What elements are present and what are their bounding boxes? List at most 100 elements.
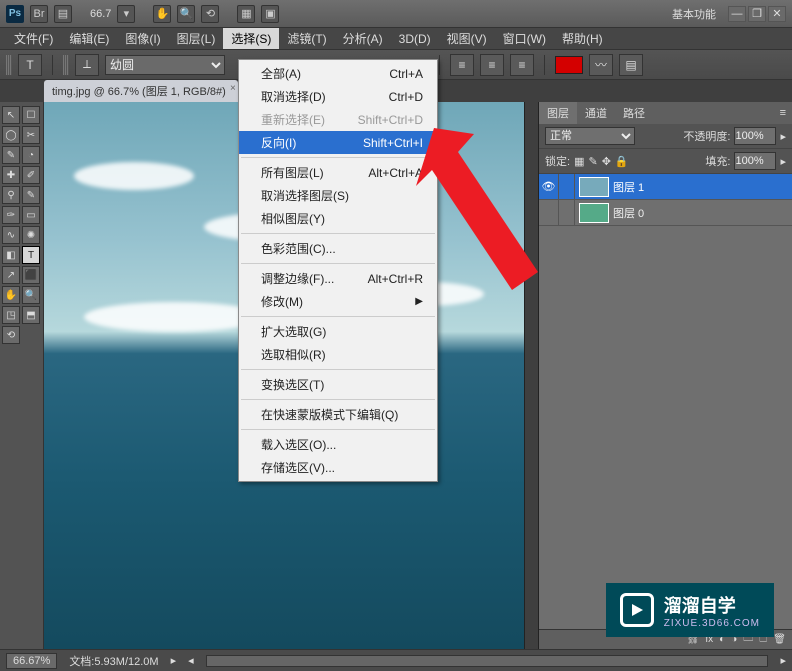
tool-move[interactable]: ↖ (2, 106, 20, 124)
tool-path-select[interactable]: ↗ (2, 266, 20, 284)
tab-layers[interactable]: 图层 (539, 102, 577, 124)
tool-zoom[interactable]: 🔍 (22, 286, 40, 304)
tool-crop[interactable]: ✎ (2, 146, 20, 164)
menu-file[interactable]: 文件(F) (6, 28, 61, 49)
tool-3d-camera[interactable]: ⬒ (22, 306, 40, 324)
layer-row[interactable]: 图层 0 (539, 200, 792, 226)
status-docinfo[interactable]: 文档:5.93M/12.0M (69, 653, 158, 669)
layer-link-cell[interactable] (559, 174, 575, 199)
menu-analyze[interactable]: 分析(A) (335, 28, 391, 49)
tool-3d-rotate[interactable]: ◳ (2, 306, 20, 324)
font-family-select[interactable]: 幼圆 (105, 55, 225, 75)
menu-layer[interactable]: 图层(L) (169, 28, 224, 49)
arrange-docs-icon[interactable]: ▦ (237, 5, 255, 23)
menu-item[interactable]: 色彩范围(C)... (239, 237, 437, 260)
options-grip-2[interactable] (63, 55, 69, 75)
lock-pixels-icon[interactable]: ✎ (588, 155, 597, 168)
menu-item[interactable]: 取消选择图层(S) (239, 184, 437, 207)
options-grip[interactable] (6, 55, 12, 75)
menu-window[interactable]: 窗口(W) (495, 28, 554, 49)
tool-type[interactable]: T (22, 246, 40, 264)
delete-layer-icon[interactable]: 🗑 (773, 634, 786, 645)
workspace-switcher[interactable]: 基本功能 (672, 6, 716, 22)
layer-thumbnail[interactable] (579, 203, 609, 223)
menu-item[interactable]: 全部(A)Ctrl+A (239, 62, 437, 85)
menu-3d[interactable]: 3D(D) (391, 30, 439, 48)
status-chevron-icon[interactable]: ▸ (171, 654, 177, 667)
layer-name[interactable]: 图层 0 (613, 205, 644, 221)
tool-eyedropper[interactable]: ◔ (22, 146, 40, 164)
minimize-button[interactable]: — (728, 6, 746, 22)
visibility-icon[interactable]: 👁 (539, 174, 559, 199)
chevron-icon[interactable]: ▸ (780, 130, 786, 143)
layer-row[interactable]: 👁 图层 1 (539, 174, 792, 200)
menu-item[interactable]: 扩大选取(G) (239, 320, 437, 343)
menu-item[interactable]: 调整边缘(F)...Alt+Ctrl+R (239, 267, 437, 290)
menu-item[interactable]: 在快速蒙版模式下编辑(Q) (239, 403, 437, 426)
scrollbar-right-icon[interactable]: ▸ (780, 654, 786, 667)
document-tab[interactable]: timg.jpg @ 66.7% (图层 1, RGB/8#) × (44, 80, 238, 102)
blend-mode-select[interactable]: 正常 (545, 127, 635, 145)
panel-menu-icon[interactable]: ≡ (774, 107, 792, 119)
menu-item[interactable]: 反向(I)Shift+Ctrl+I (239, 131, 437, 154)
opacity-input[interactable] (734, 127, 776, 145)
tool-marquee[interactable]: ☐ (22, 106, 40, 124)
hand-tool-icon[interactable]: ✋ (153, 5, 171, 23)
tool-quickselect[interactable]: ✂ (22, 126, 40, 144)
scrollbar-left-icon[interactable]: ◂ (188, 654, 194, 667)
tool-lasso[interactable]: ◯ (2, 126, 20, 144)
close-button[interactable]: ✕ (768, 6, 786, 22)
lock-transparent-icon[interactable]: ▦ (574, 155, 584, 168)
zoom-dropdown-icon[interactable]: ▾ (117, 5, 135, 23)
tool-gradient[interactable]: ▭ (22, 206, 40, 224)
menu-item[interactable]: 选取相似(R) (239, 343, 437, 366)
zoom-tool-icon[interactable]: 🔍 (177, 5, 195, 23)
menu-item[interactable]: 取消选择(D)Ctrl+D (239, 85, 437, 108)
tool-history-brush[interactable]: ✎ (22, 186, 40, 204)
layer-thumbnail[interactable] (579, 177, 609, 197)
tool-pen[interactable]: ◧ (2, 246, 20, 264)
tab-paths[interactable]: 路径 (615, 102, 653, 124)
maximize-button[interactable]: ❐ (748, 6, 766, 22)
tool-shape[interactable]: ⬛ (22, 266, 40, 284)
current-tool-preset[interactable]: T (18, 54, 42, 76)
tab-channels[interactable]: 通道 (577, 102, 615, 124)
document-tab-close-icon[interactable]: × (230, 83, 236, 94)
warp-text-icon[interactable]: 〰 (589, 54, 613, 76)
status-zoom[interactable]: 66.67% (6, 653, 57, 669)
menu-help[interactable]: 帮助(H) (554, 28, 611, 49)
tool-eraser[interactable]: ✑ (2, 206, 20, 224)
menu-filter[interactable]: 滤镜(T) (279, 28, 334, 49)
tool-stamp[interactable]: ⚲ (2, 186, 20, 204)
align-center-icon[interactable]: ≡ (480, 54, 504, 76)
menu-edit[interactable]: 编辑(E) (61, 28, 117, 49)
align-left-icon[interactable]: ≡ (450, 54, 474, 76)
tool-brush[interactable]: ✐ (22, 166, 40, 184)
panel-dock-strip[interactable] (524, 102, 538, 649)
char-panel-icon[interactable]: ▤ (619, 54, 643, 76)
rotate-view-icon[interactable]: ⟲ (201, 5, 219, 23)
minibridge-icon[interactable]: ▤ (54, 5, 72, 23)
text-color-swatch[interactable] (555, 56, 583, 74)
tool-dodge[interactable]: ✺ (22, 226, 40, 244)
menu-item[interactable]: 存储选区(V)... (239, 456, 437, 479)
text-orientation-icon[interactable]: ⟂ (75, 54, 99, 76)
menu-view[interactable]: 视图(V) (439, 28, 495, 49)
tool-hand[interactable]: ✋ (2, 286, 20, 304)
lock-position-icon[interactable]: ✥ (602, 155, 611, 168)
menu-image[interactable]: 图像(I) (117, 28, 168, 49)
menu-item[interactable]: 所有图层(L)Alt+Ctrl+A (239, 161, 437, 184)
chevron-icon-2[interactable]: ▸ (780, 155, 786, 168)
tool-healing[interactable]: ✚ (2, 166, 20, 184)
tool-fgbg-swap[interactable]: ⟲ (2, 326, 20, 344)
fill-input[interactable] (734, 152, 776, 170)
layer-link-cell[interactable] (559, 200, 575, 225)
bridge-icon[interactable]: Br (30, 5, 48, 23)
zoom-level-text[interactable]: 66.7 (90, 8, 111, 20)
menu-item[interactable]: 修改(M)▶ (239, 290, 437, 313)
visibility-icon[interactable] (539, 200, 559, 225)
menu-item[interactable]: 相似图层(Y) (239, 207, 437, 230)
menu-item[interactable]: 载入选区(O)... (239, 433, 437, 456)
tool-blur[interactable]: ∿ (2, 226, 20, 244)
lock-all-icon[interactable]: 🔒 (615, 155, 629, 168)
